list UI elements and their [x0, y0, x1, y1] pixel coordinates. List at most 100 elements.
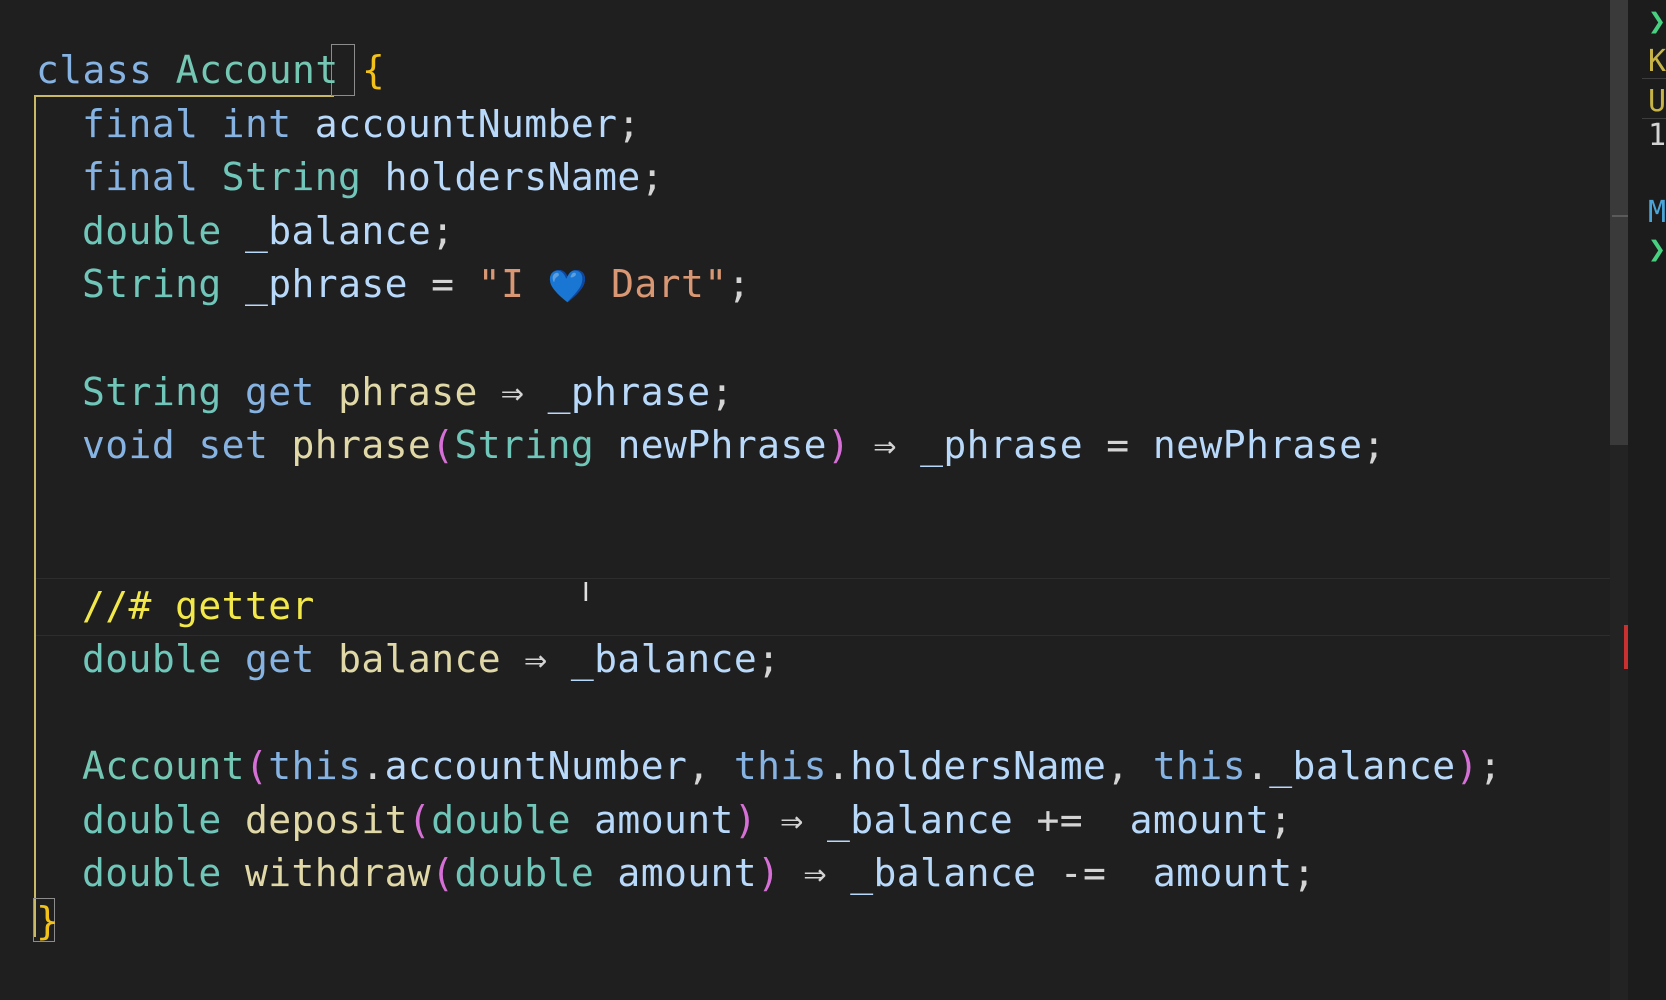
code-token: _phrase	[547, 370, 711, 414]
vertical-scrollbar[interactable]	[1610, 0, 1630, 1000]
code-line[interactable]: void set phrase(String newPhrase) ⇒ _phr…	[36, 417, 1386, 473]
code-token: int	[221, 102, 292, 146]
code-token: holdersName	[384, 155, 641, 199]
code-token: {	[361, 48, 386, 92]
code-line[interactable]: String _phrase = "I 💙 Dart";	[36, 256, 751, 312]
overview-ruler-mark	[1612, 215, 1628, 217]
code-line[interactable]: Account(this.accountNumber, this.holders…	[36, 738, 1502, 794]
code-token: (	[431, 423, 455, 467]
code-token: Account	[82, 744, 245, 788]
code-token: _phrase	[244, 262, 408, 306]
code-token: ⇒	[780, 851, 851, 895]
code-token: newPhrase	[1152, 423, 1363, 467]
code-token: amount	[594, 798, 734, 842]
code-token: )	[826, 423, 851, 467]
code-token: balance	[338, 637, 502, 681]
code-token: String	[221, 155, 362, 199]
code-token: final	[82, 155, 199, 199]
code-token: withdraw	[244, 851, 432, 895]
code-token: ;	[617, 102, 641, 146]
code-line[interactable]	[36, 310, 82, 366]
code-token: amount	[1129, 798, 1270, 842]
code-token: double	[431, 798, 571, 842]
code-token: this	[733, 744, 827, 788]
code-token: get	[244, 370, 315, 414]
code-token: ;	[431, 209, 455, 253]
code-token: phrase	[338, 370, 478, 414]
side-panel-item: K	[1648, 44, 1666, 79]
code-line[interactable]: double deposit(double amount) ⇒ _balance…	[36, 792, 1293, 848]
code-line[interactable]: class Account {	[36, 42, 385, 98]
code-token: double	[82, 798, 222, 842]
code-line[interactable]: final int accountNumber;	[36, 96, 641, 152]
code-token: this	[1152, 744, 1246, 788]
code-token: )	[1455, 744, 1479, 788]
code-token: _balance	[826, 798, 1014, 842]
code-token: =	[407, 262, 478, 306]
code-token: String	[82, 262, 222, 306]
code-editor[interactable]: class Account {final int accountNumber; f…	[0, 0, 1610, 1000]
side-panel-separator	[1642, 78, 1666, 79]
code-token: _balance	[570, 637, 758, 681]
code-line[interactable]	[36, 685, 82, 741]
code-token: .	[361, 744, 385, 788]
code-line[interactable]: double get balance ⇒ _balance;	[36, 631, 780, 687]
code-line[interactable]: String get phrase ⇒ _phrase;	[36, 364, 734, 420]
code-line[interactable]	[36, 471, 82, 527]
code-line[interactable]: }	[36, 893, 59, 949]
code-token: double	[82, 209, 222, 253]
code-token: (	[431, 851, 455, 895]
code-token: ;	[1362, 423, 1386, 467]
code-token: _balance	[244, 209, 432, 253]
code-token: ;	[1269, 798, 1293, 842]
code-token: ;	[710, 370, 734, 414]
scrollbar-thumb[interactable]	[1610, 0, 1628, 445]
code-token: //# getter	[82, 584, 315, 628]
code-token: _balance	[850, 851, 1037, 895]
code-token: "I	[477, 262, 548, 306]
code-token: String	[82, 370, 222, 414]
code-token: )	[733, 798, 758, 842]
code-line[interactable]	[36, 524, 82, 580]
code-token: }	[36, 899, 60, 943]
code-line[interactable]: double withdraw(double amount) ⇒ _balanc…	[36, 845, 1316, 901]
code-line[interactable]: final String holdersName;	[36, 149, 664, 205]
code-token: .	[826, 744, 851, 788]
code-token: _phrase	[920, 423, 1084, 467]
code-token: ,	[1106, 744, 1153, 788]
code-token: -=	[1036, 851, 1153, 895]
code-line[interactable]: //# getter	[36, 578, 315, 634]
code-token: set	[198, 423, 269, 467]
side-panel-separator	[1642, 118, 1666, 119]
code-token: accountNumber	[314, 102, 618, 146]
code-token: =	[1083, 423, 1153, 467]
code-token: ;	[1478, 744, 1503, 788]
side-panel-item: ❯	[1648, 232, 1666, 267]
code-token: String	[454, 423, 595, 467]
side-panel-item: U	[1648, 84, 1666, 119]
code-token: Account	[175, 48, 339, 92]
text-cursor-ibeam-icon: Ⅰ	[582, 578, 590, 608]
code-line[interactable]: double _balance;	[36, 203, 454, 259]
code-token: phrase	[291, 423, 432, 467]
code-token: class	[36, 48, 153, 92]
code-token: ⇒	[477, 370, 548, 414]
side-panel-item: ❯	[1648, 4, 1666, 39]
code-token: ,	[687, 744, 734, 788]
code-token: Dart"	[587, 262, 728, 306]
